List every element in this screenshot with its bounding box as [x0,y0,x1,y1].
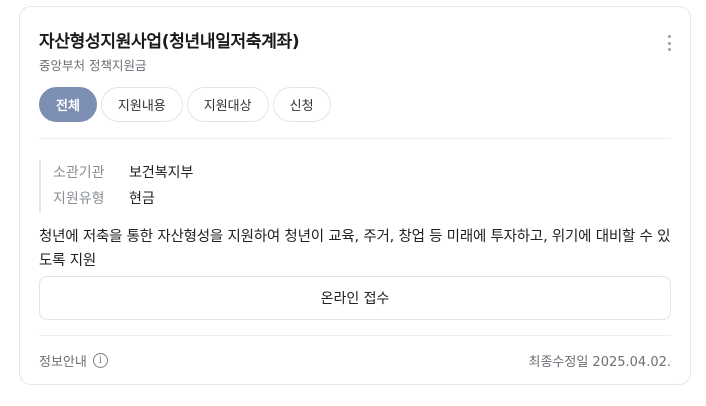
card-subtitle: 중앙부처 정책지원금 [39,58,147,73]
info-label: 지원유형 [53,191,105,207]
info-icon[interactable]: i [92,353,108,368]
info-row-type: 지원유형 현금 [53,186,193,212]
tab-all[interactable]: 전체 [39,87,97,122]
online-apply-button[interactable]: 온라인 접수 [39,276,671,320]
info-notice[interactable]: 정보안내 i [39,351,108,370]
description: 청년에 저축을 통한 자산형성을 지원하여 청년이 교육, 주거, 창업 등 미… [39,229,671,269]
info-value: 보건복지부 [129,165,194,181]
info-label: 소관기관 [53,165,105,181]
info-row-agency: 소관기관 보건복지부 [53,160,193,186]
policy-card: 자산형성지원사업(청년내일저축계좌) 중앙부처 정책지원금 전체 지원내용 지원… [19,6,691,385]
info-list: 소관기관 보건복지부 지원유형 현금 [39,160,193,212]
tab-bar: 전체 지원내용 지원대상 신청 [39,87,331,122]
tab-support-content[interactable]: 지원내용 [100,87,183,122]
info-notice-label: 정보안내 [39,355,87,370]
divider [39,138,671,139]
info-value: 현금 [129,191,155,207]
last-updated: 최종수정일 2025.04.02. [528,355,672,370]
card-title: 자산형성지원사업(청년내일저축계좌) [39,32,300,52]
tab-eligibility[interactable]: 지원대상 [186,87,269,122]
tab-apply[interactable]: 신청 [272,87,331,122]
divider [39,335,671,336]
more-options-icon[interactable] [662,35,676,51]
